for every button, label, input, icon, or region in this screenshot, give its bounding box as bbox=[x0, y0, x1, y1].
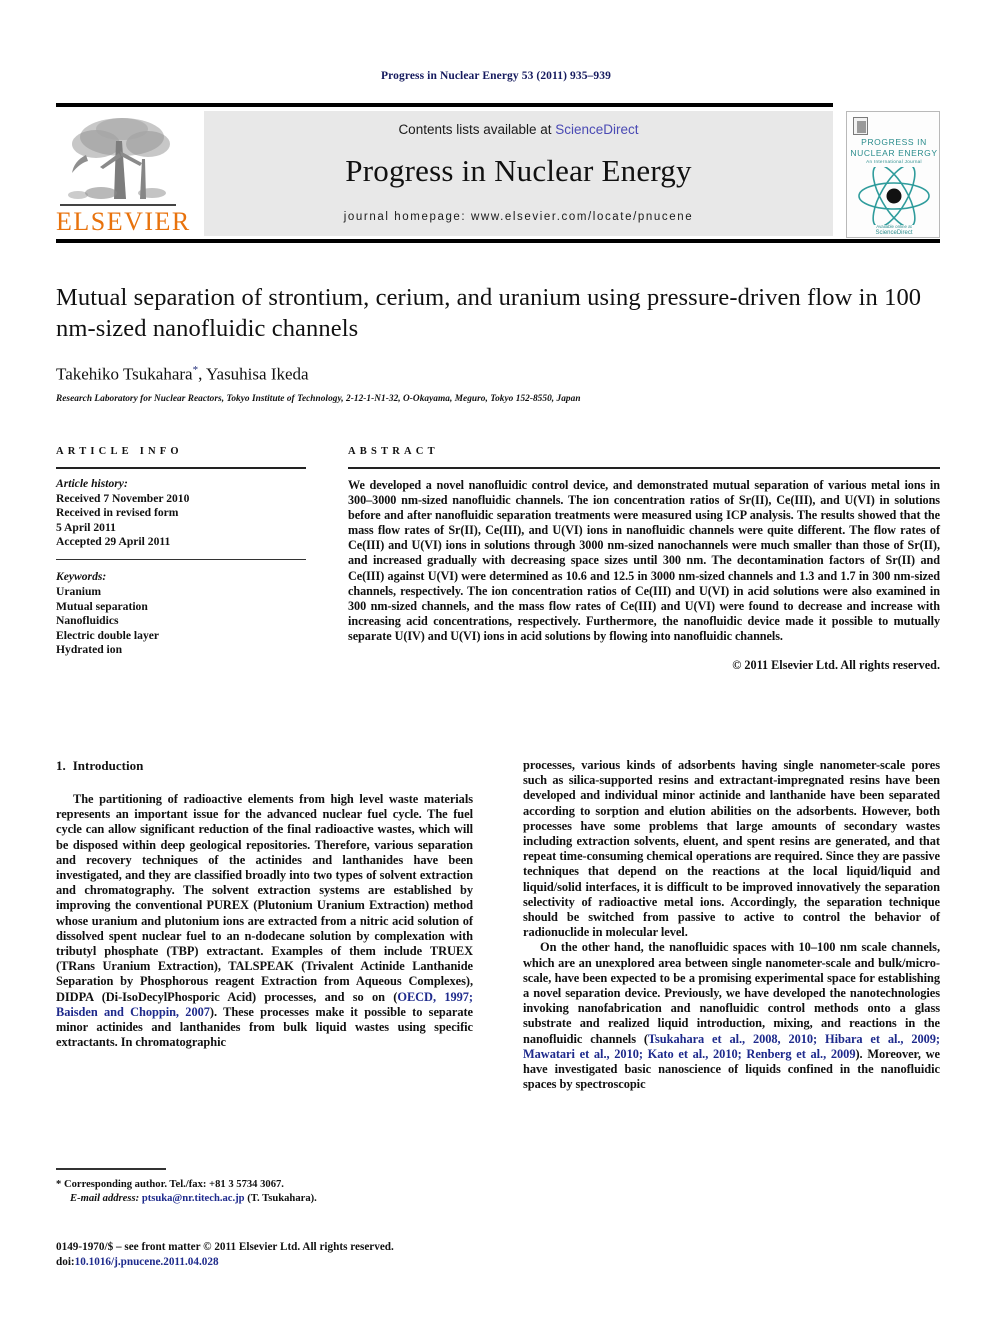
atom-icon bbox=[856, 164, 932, 228]
contents-lists-line: Contents lists available at ScienceDirec… bbox=[204, 111, 833, 137]
paragraph-intro-2: processes, various kinds of adsorbents h… bbox=[523, 758, 940, 940]
doi-line: doi:10.1016/j.pnucene.2011.04.028 bbox=[56, 1255, 526, 1270]
journal-cover-thumbnail[interactable]: PROGRESS IN NUCLEAR ENERGY An Internatio… bbox=[846, 111, 940, 238]
masthead-top-rule bbox=[56, 103, 833, 107]
sciencedirect-banner: Contents lists available at ScienceDirec… bbox=[204, 111, 833, 236]
keyword-item: Mutual separation bbox=[56, 599, 148, 613]
footnote-rule bbox=[56, 1168, 166, 1170]
email-note: E-mail address: ptsuka@nr.titech.ac.jp (… bbox=[56, 1192, 473, 1206]
cover-availability-line: Available online at bbox=[876, 224, 912, 229]
body-column-right: processes, various kinds of adsorbents h… bbox=[523, 758, 940, 1092]
history-accepted: Accepted 29 April 2011 bbox=[56, 535, 171, 549]
author-name-2: , Yasuhisa Ikeda bbox=[198, 364, 309, 384]
abstract-copyright: © 2011 Elsevier Ltd. All rights reserved… bbox=[732, 658, 940, 673]
section-number: 1. bbox=[56, 758, 66, 773]
elsevier-logo-rule bbox=[60, 204, 176, 206]
paragraph-intro-3-text: On the other hand, the nanofluidic space… bbox=[523, 940, 940, 1046]
article-info-heading: ARTICLE INFO bbox=[56, 446, 183, 457]
elsevier-logo[interactable]: ELSEVIER bbox=[56, 111, 191, 236]
running-head: Progress in Nuclear Energy 53 (2011) 935… bbox=[381, 70, 611, 82]
section-heading-introduction: 1. Introduction bbox=[56, 758, 473, 774]
author-list: Takehiko Tsukahara*, Yasuhisa Ikeda bbox=[56, 364, 940, 385]
issn-copyright-block: 0149-1970/$ – see front matter © 2011 El… bbox=[56, 1240, 526, 1269]
abstract-divider bbox=[348, 467, 940, 469]
cover-title-line2: NUCLEAR ENERGY bbox=[850, 148, 938, 158]
keyword-item: Nanofluidics bbox=[56, 614, 119, 628]
cover-subtitle: An International Journal bbox=[866, 159, 922, 164]
article-title: Mutual separation of strontium, cerium, … bbox=[56, 284, 922, 342]
article-info-column: ARTICLE INFO Article history: Received 7… bbox=[56, 446, 306, 658]
abstract-text: We developed a novel nanofluidic control… bbox=[348, 478, 940, 643]
history-received: Received 7 November 2010 bbox=[56, 491, 190, 505]
doi-label: doi: bbox=[56, 1255, 75, 1268]
cover-publisher-badge-icon bbox=[853, 117, 868, 135]
author-name-1: Takehiko Tsukahara bbox=[56, 364, 193, 384]
journal-homepage-url[interactable]: journal homepage: www.elsevier.com/locat… bbox=[204, 189, 833, 223]
paragraph-intro-3: On the other hand, the nanofluidic space… bbox=[523, 940, 940, 1092]
affiliation: Research Laboratory for Nuclear Reactors… bbox=[56, 393, 581, 404]
paragraph-intro-1: The partitioning of radioactive elements… bbox=[56, 792, 473, 1050]
body-column-left: 1. Introduction The partitioning of radio… bbox=[56, 758, 473, 1050]
email-suffix: (T. Tsukahara). bbox=[244, 1192, 317, 1204]
contents-lists-prefix: Contents lists available at bbox=[398, 122, 556, 137]
footnote-block: * Corresponding author. Tel./fax: +81 3 … bbox=[56, 1168, 473, 1206]
abstract-heading: ABSTRACT bbox=[348, 446, 439, 457]
keyword-item: Hydrated ion bbox=[56, 643, 123, 657]
email-link[interactable]: ptsuka@nr.titech.ac.jp bbox=[142, 1193, 245, 1204]
journal-title: Progress in Nuclear Energy bbox=[345, 153, 692, 188]
body-columns: 1. Introduction The partitioning of radio… bbox=[56, 758, 940, 1238]
article-history-label: Article history: bbox=[56, 477, 128, 490]
keywords-list: Keywords: Uranium Mutual separation Nano… bbox=[56, 570, 306, 658]
section-title: Introduction bbox=[72, 758, 144, 773]
masthead-bottom-rule bbox=[56, 239, 940, 243]
article-history: Article history: Received 7 November 201… bbox=[56, 477, 306, 550]
corresponding-author-note: * Corresponding author. Tel./fax: +81 3 … bbox=[56, 1178, 284, 1190]
history-revised-label: Received in revised form bbox=[56, 506, 179, 520]
keyword-item: Electric double layer bbox=[56, 628, 160, 642]
keywords-divider bbox=[56, 558, 306, 561]
elsevier-tree-icon bbox=[56, 111, 181, 207]
history-revised-date: 5 April 2011 bbox=[56, 520, 116, 534]
cover-sciencedirect-label: ScienceDirect bbox=[875, 230, 913, 236]
cover-title-line1: PROGRESS IN bbox=[861, 137, 927, 147]
sciencedirect-link[interactable]: ScienceDirect bbox=[555, 122, 638, 137]
journal-masthead: ELSEVIER Contents lists available at Sci… bbox=[56, 103, 940, 243]
email-label: E-mail address: bbox=[70, 1192, 140, 1204]
abstract-column: ABSTRACT We developed a novel nanofluidi… bbox=[348, 446, 940, 673]
keyword-item: Uranium bbox=[56, 585, 102, 599]
paragraph-intro-1-text: The partitioning of radioactive elements… bbox=[56, 792, 473, 1004]
keywords-label: Keywords: bbox=[56, 570, 107, 584]
article-info-divider bbox=[56, 467, 306, 469]
elsevier-wordmark: ELSEVIER bbox=[56, 207, 191, 236]
title-block: Mutual separation of strontium, cerium, … bbox=[56, 282, 940, 404]
doi-value[interactable]: 10.1016/j.pnucene.2011.04.028 bbox=[75, 1256, 219, 1268]
issn-front-matter: 0149-1970/$ – see front matter © 2011 El… bbox=[56, 1241, 394, 1253]
